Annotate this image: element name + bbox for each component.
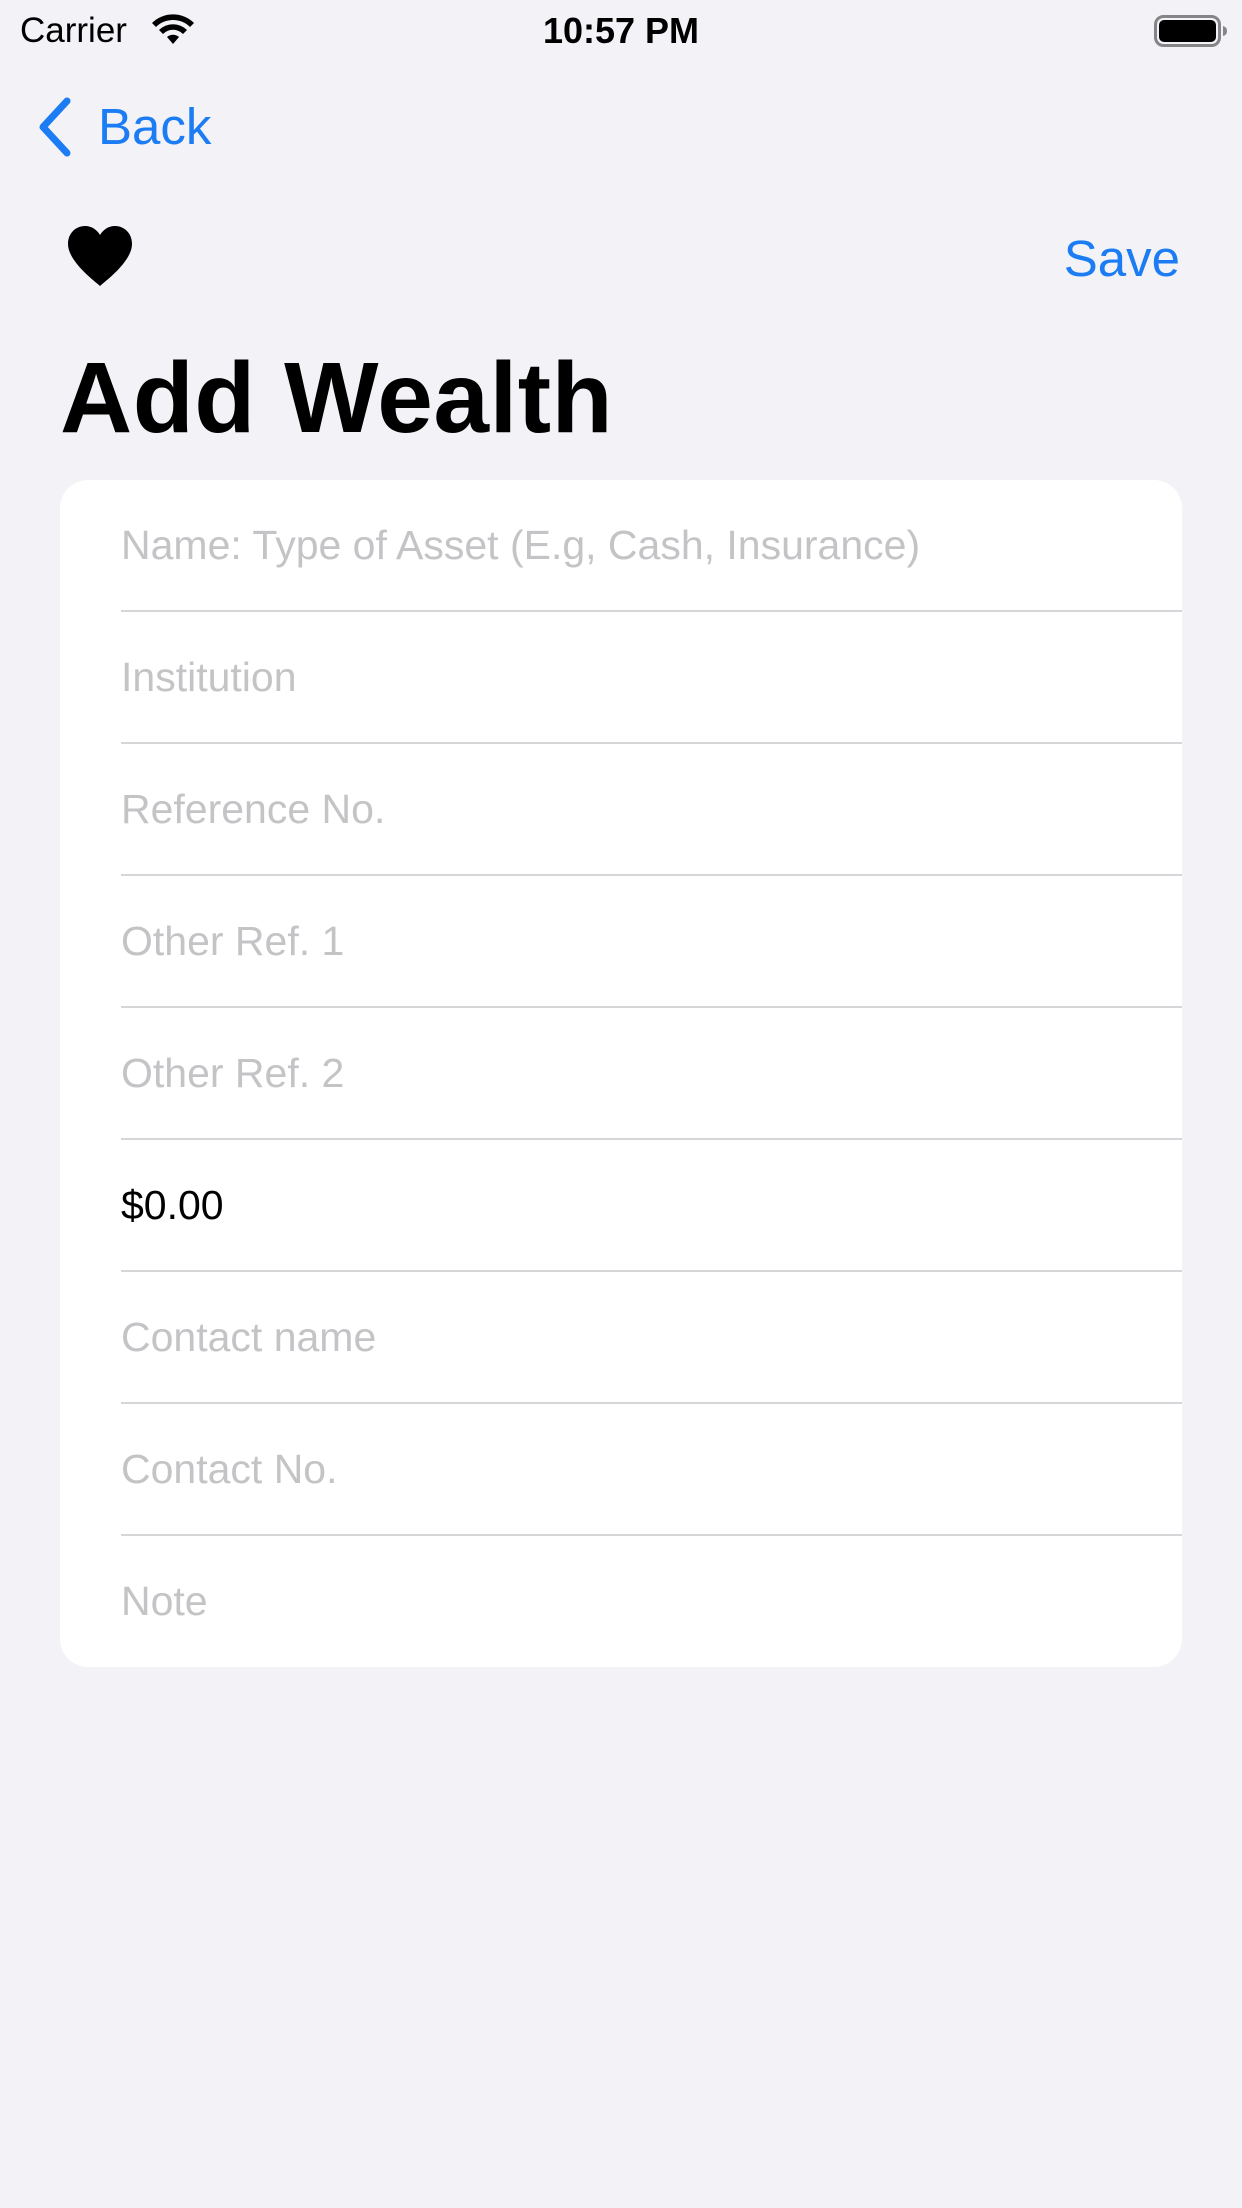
amount-field[interactable] — [121, 1181, 1182, 1229]
other-ref-1-field[interactable] — [121, 917, 1182, 965]
contact-no-field[interactable] — [121, 1445, 1182, 1493]
contact-name-field[interactable] — [121, 1313, 1182, 1361]
back-button[interactable]: Back — [36, 92, 211, 162]
page-title: Add Wealth — [60, 342, 614, 454]
status-time: 10:57 PM — [542, 10, 700, 51]
heart-icon[interactable] — [66, 224, 134, 288]
form-row — [121, 1140, 1182, 1272]
save-button[interactable]: Save — [1064, 224, 1180, 294]
form-row — [121, 1008, 1182, 1140]
wealth-form — [60, 480, 1182, 1667]
add-wealth-screen: Carrier 10:57 PM Back Save Add Wealth — [0, 0, 1242, 2208]
reference-no-field[interactable] — [121, 785, 1182, 833]
asset-name-field[interactable] — [121, 521, 1182, 569]
form-row — [121, 612, 1182, 744]
chevron-left-icon — [39, 97, 71, 157]
institution-field[interactable] — [121, 653, 1182, 701]
form-row — [121, 1272, 1182, 1404]
form-row — [121, 744, 1182, 876]
form-row — [121, 1404, 1182, 1536]
status-bar: Carrier 10:57 PM — [0, 0, 1242, 62]
back-label: Back — [98, 98, 212, 155]
battery-icon — [1154, 15, 1227, 47]
form-row — [121, 876, 1182, 1008]
other-ref-2-field[interactable] — [121, 1049, 1182, 1097]
form-row — [121, 1536, 1182, 1667]
note-field[interactable] — [121, 1578, 1182, 1625]
form-row — [121, 480, 1182, 612]
